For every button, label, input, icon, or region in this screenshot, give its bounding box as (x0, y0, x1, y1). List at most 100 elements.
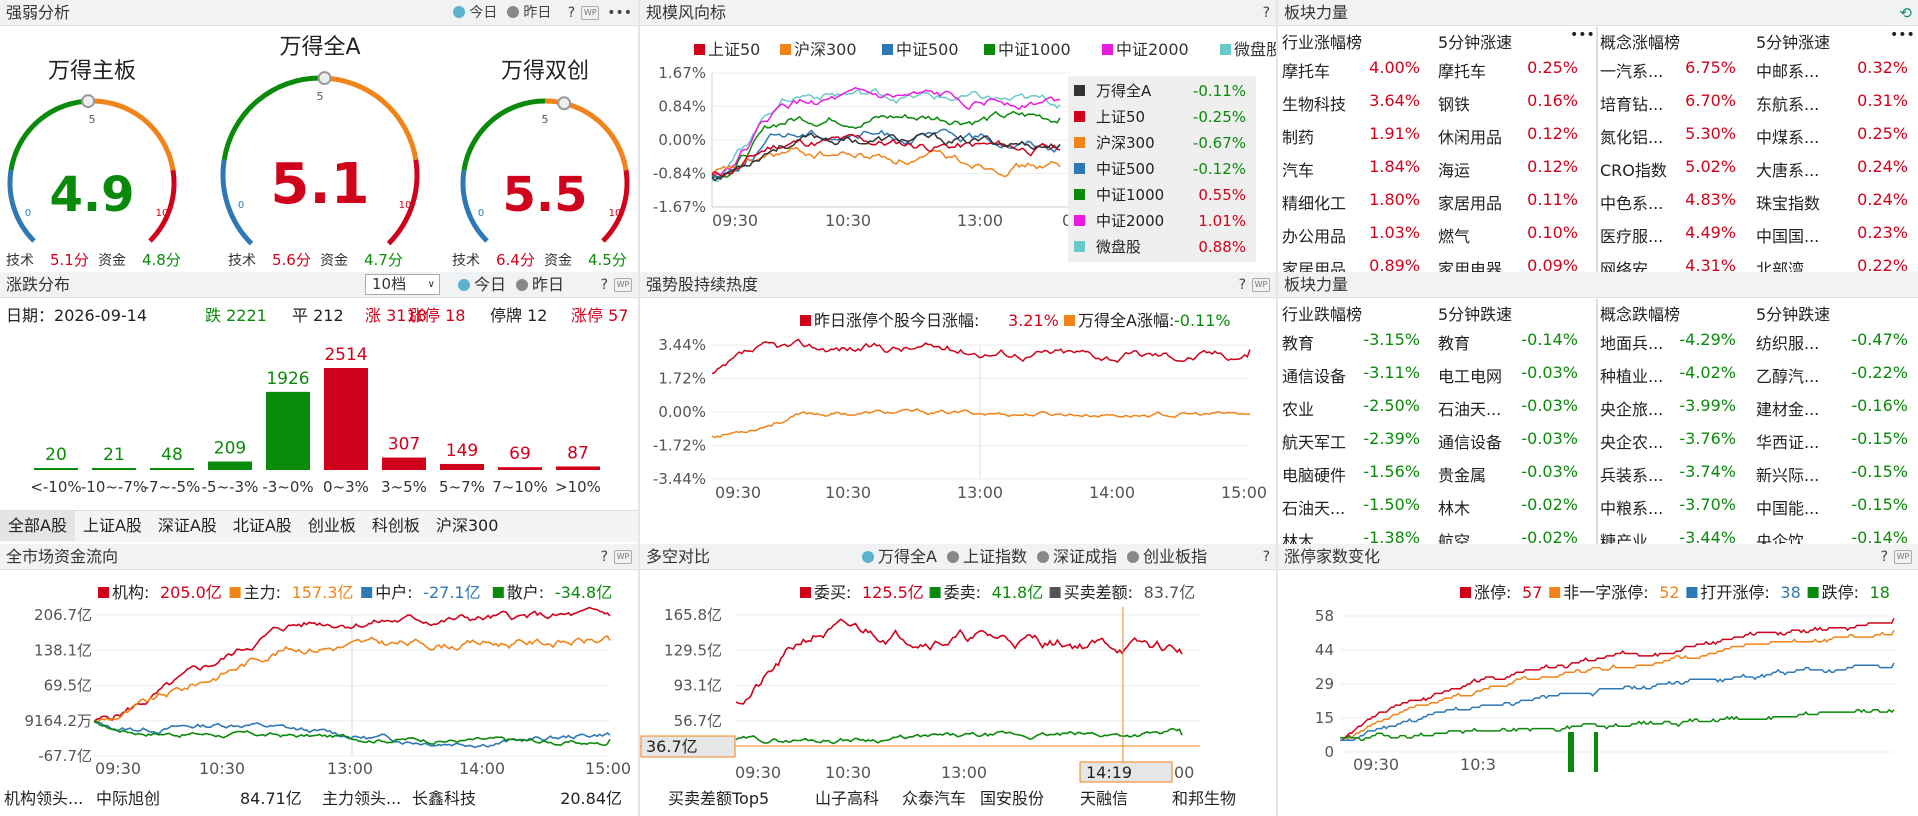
table-row[interactable]: 摩托车 4.00% 摩托车 0.25% 一汽系... 6.75% 中邮系... 0.32% (1278, 53, 1918, 86)
table-row[interactable]: 制药 1.91% 休闲用品 0.12% 氮化铝... 5.30% 中煤系... 0.25% (1278, 119, 1918, 152)
col-header-0[interactable]: 行业涨幅榜 (1282, 29, 1362, 53)
sector-name[interactable]: 钢铁 (1438, 91, 1470, 115)
sector-name[interactable]: 摩托车 (1438, 58, 1486, 82)
sector-name[interactable]: 通信设备 (1438, 429, 1502, 453)
tab-5[interactable]: 科创板 (364, 511, 428, 541)
sector-name[interactable]: 医疗服... (1600, 223, 1663, 247)
table-row[interactable]: 生物科技 3.64% 钢铁 0.16% 培育钻... 6.70% 东航系... 0.31% (1278, 86, 1918, 119)
sector-name[interactable]: 家用电器 (1438, 256, 1502, 272)
sector-name[interactable]: 央企饮... (1756, 528, 1819, 544)
sector-name[interactable]: 兵装系... (1600, 462, 1663, 486)
sector-name[interactable]: 东航系... (1756, 91, 1819, 115)
sector-name[interactable]: 建材金... (1756, 396, 1819, 420)
sector-name[interactable]: 石油天... (1282, 495, 1345, 519)
sector-name[interactable]: 石油天... (1438, 396, 1501, 420)
box-swatch-3 (1074, 163, 1085, 174)
sector-name[interactable]: 农业 (1282, 396, 1314, 420)
sector-name[interactable]: 制药 (1282, 124, 1314, 148)
sector-name[interactable]: 家居用品 (1282, 256, 1346, 272)
table-row[interactable]: 汽车 1.84% 海运 0.12% CRO指数 5.02% 大唐系... 0.24% (1278, 152, 1918, 185)
bottom-item-5: 20.84亿 (560, 789, 622, 808)
sector-name[interactable]: 燃气 (1438, 223, 1470, 247)
sector-name[interactable]: 电工电网 (1438, 363, 1502, 387)
dist-label-6: 3~5% (381, 478, 427, 496)
sector-name[interactable]: 家居用品 (1438, 190, 1502, 214)
sector-name[interactable]: 林木 (1282, 528, 1314, 544)
col-header-3[interactable]: 5分钟涨速 (1756, 29, 1830, 53)
col-header-2[interactable]: 概念涨幅榜 (1600, 29, 1680, 53)
sector-name[interactable]: 中色系... (1600, 190, 1663, 214)
table-row[interactable]: 石油天... -1.50% 林木 -0.02% 中粮系... -3.70% 中国能... -0… (1278, 490, 1918, 523)
longshort-panel: 多空对比 万得全A 上证指数 深证成指 创业板指 ? 委买: 125.5亿 委卖: 41.8… (640, 544, 1276, 816)
table-row[interactable]: 航天军工 -2.39% 通信设备 -0.03% 央企农... -3.76% 华西证... -0… (1278, 424, 1918, 457)
sector-name[interactable]: 生物科技 (1282, 91, 1346, 115)
tab-1[interactable]: 上证A股 (75, 511, 150, 541)
ytick-4: -67.7亿 (38, 747, 92, 765)
sector-name[interactable]: 贵金属 (1438, 462, 1486, 486)
flow-panel: 全市场资金流向? WP 机构: 205.0亿 主力: 157.3亿 中户: -27.1亿 散户… (0, 544, 638, 816)
tab-3[interactable]: 北证A股 (225, 511, 300, 541)
sector-name[interactable]: 通信设备 (1282, 363, 1346, 387)
sector-name[interactable]: 航天军工 (1282, 429, 1346, 453)
gauge-arc-2 (461, 98, 546, 171)
pulse-icon[interactable]: ⟲ (1899, 0, 1912, 26)
sector-name[interactable]: 精细化工 (1282, 190, 1346, 214)
table-row[interactable]: 家居用品 0.89% 家用电器 0.09% 网络安... 4.31% 北部湾... 0.22% (1278, 251, 1918, 272)
sector-name[interactable]: 航空 (1438, 528, 1470, 544)
col-header-0[interactable]: 行业跌幅榜 (1282, 301, 1362, 325)
sector-name[interactable]: 中国国... (1756, 223, 1819, 247)
tab-6[interactable]: 沪深300 (428, 511, 507, 541)
sector-name[interactable]: 氮化铝... (1600, 124, 1663, 148)
tab-4[interactable]: 创业板 (300, 511, 364, 541)
table-row[interactable]: 林木 -1.38% 航空 -0.02% 糖产业 -3.44% 央企饮... -0.14% (1278, 523, 1918, 544)
sector-name[interactable]: CRO指数 (1600, 157, 1667, 181)
table-row[interactable]: 精细化工 1.80% 家居用品 0.11% 中色系... 4.83% 珠宝指数 0.24% (1278, 185, 1918, 218)
col-header-1[interactable]: 5分钟涨速 (1438, 29, 1512, 53)
tab-0[interactable]: 全部A股 (0, 511, 75, 541)
sector-name[interactable]: 中煤系... (1756, 124, 1819, 148)
more-icon[interactable]: ••• (1570, 27, 1595, 43)
sector-name[interactable]: 中国能... (1756, 495, 1819, 519)
sector-name[interactable]: 教育 (1438, 330, 1470, 354)
sector-name[interactable]: 中粮系... (1600, 495, 1663, 519)
sector-name[interactable]: 珠宝指数 (1756, 190, 1820, 214)
xtick-1: 10:30 (825, 211, 871, 230)
sector-name[interactable]: 摩托车 (1282, 58, 1330, 82)
table-row[interactable]: 办公用品 1.03% 燃气 0.10% 医疗服... 4.49% 中国国... 0.23% (1278, 218, 1918, 251)
sector-name[interactable]: 海运 (1438, 157, 1470, 181)
sector-name[interactable]: 办公用品 (1282, 223, 1346, 247)
table-row[interactable]: 农业 -2.50% 石油天... -0.03% 央企旅... -3.99% 建材金... -0… (1278, 391, 1918, 424)
ytick-3: 56.7亿 (674, 712, 722, 730)
tab-2[interactable]: 深证A股 (150, 511, 225, 541)
col-header-2[interactable]: 概念跌幅榜 (1600, 301, 1680, 325)
table-row[interactable]: 通信设备 -3.11% 电工电网 -0.03% 种植业... -4.02% 乙醇汽... -0… (1278, 358, 1918, 391)
col-header-1[interactable]: 5分钟跌速 (1438, 301, 1512, 325)
sector-name[interactable]: 糖产业 (1600, 528, 1648, 544)
gauge-min-2: 0 (478, 208, 484, 219)
sector-name[interactable]: 教育 (1282, 330, 1314, 354)
sector-name[interactable]: 休闲用品 (1438, 124, 1502, 148)
sector-name[interactable]: 电脑硬件 (1282, 462, 1346, 486)
sector-name[interactable]: 乙醇汽... (1756, 363, 1819, 387)
sector-name[interactable]: 新兴际... (1756, 462, 1819, 486)
sector-name[interactable]: 林木 (1438, 495, 1470, 519)
sector-name[interactable]: 央企旅... (1600, 396, 1663, 420)
legend-value-1: 52 (1659, 583, 1679, 602)
sector-name[interactable]: 地面兵... (1600, 330, 1663, 354)
sector-name[interactable]: 网络安... (1600, 256, 1663, 272)
limit-panel: 涨停家数变化? WP 涨停: 57 非一字涨停: 52 打开涨停: 38 跌停: 18 58 44 2… (1278, 544, 1918, 816)
sector-name[interactable]: 北部湾... (1756, 256, 1819, 272)
col-header-3[interactable]: 5分钟跌速 (1756, 301, 1830, 325)
sector-name[interactable]: 一汽系... (1600, 58, 1663, 82)
sector-name[interactable]: 培育钻... (1600, 91, 1663, 115)
table-row[interactable]: 教育 -3.15% 教育 -0.14% 地面兵... -4.29% 纺织服... -0.47% (1278, 325, 1918, 358)
sector-name[interactable]: 华西证... (1756, 429, 1819, 453)
more-icon[interactable]: ••• (1890, 27, 1915, 43)
sector-name[interactable]: 汽车 (1282, 157, 1314, 181)
sector-name[interactable]: 中邮系... (1756, 58, 1819, 82)
sector-name[interactable]: 央企农... (1600, 429, 1663, 453)
sector-name[interactable]: 纺织服... (1756, 330, 1819, 354)
table-row[interactable]: 电脑硬件 -1.56% 贵金属 -0.03% 兵装系... -3.74% 新兴际... -0.… (1278, 457, 1918, 490)
sector-name[interactable]: 种植业... (1600, 363, 1663, 387)
sector-name[interactable]: 大唐系... (1756, 157, 1819, 181)
